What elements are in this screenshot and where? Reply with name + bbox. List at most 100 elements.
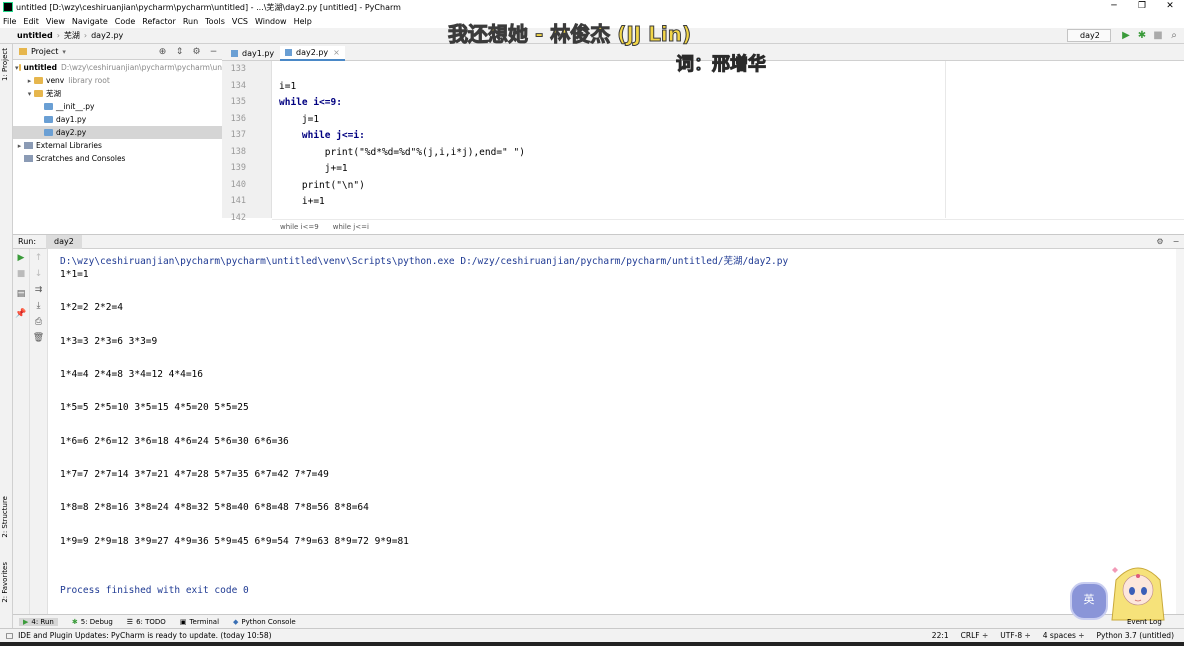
minimize-button[interactable]: ─ <box>1100 0 1128 14</box>
chevron-right-icon: › <box>56 31 60 40</box>
chevron-down-icon[interactable]: ▾ <box>25 90 34 98</box>
nav-crumb-folder[interactable]: 芜湖 <box>64 30 80 41</box>
run-icon[interactable]: ▶ <box>1118 29 1134 43</box>
project-view-select[interactable]: Project <box>31 47 58 56</box>
chevron-right-icon[interactable]: ▸ <box>25 77 34 85</box>
run-config-select[interactable]: day2 ⌄ <box>1067 29 1111 51</box>
tab-python-console[interactable]: ◆ Python Console <box>233 618 296 626</box>
line-number: 137 <box>230 130 246 140</box>
editor-gutter: 133 134 135 136 137 138 139 140 141 142 <box>222 61 272 223</box>
run-tab-day2[interactable]: day2 <box>46 234 82 249</box>
pin-icon[interactable]: 📌 <box>13 309 29 319</box>
tree-node-wuhu[interactable]: ▾ 芜湖 <box>25 87 222 100</box>
file-encoding[interactable]: UTF-8 ÷ <box>1000 631 1031 640</box>
project-panel-header: Project ▾ ⊕ ⇕ ⚙ − <box>13 44 222 60</box>
menu-tools[interactable]: Tools <box>205 17 225 26</box>
scroll-to-end-icon[interactable]: ⤓ <box>30 301 47 311</box>
arrow-down-icon[interactable]: ↓ <box>30 269 47 279</box>
python-file-icon <box>44 103 53 110</box>
tree-node-init[interactable]: __init__.py <box>44 100 222 113</box>
layout-icon[interactable]: ▤ <box>13 289 29 299</box>
stop-icon[interactable]: ■ <box>13 269 29 279</box>
tab-day2[interactable]: day2.py × <box>280 46 345 61</box>
python-file-icon <box>285 49 292 56</box>
code-crumb[interactable]: while j<=i <box>333 223 369 231</box>
title-bar: untitled [D:\wzy\ceshiruanjian\pycharm\p… <box>0 0 1184 14</box>
line-number: 140 <box>230 180 246 190</box>
menu-navigate[interactable]: Navigate <box>72 17 108 26</box>
line-number: 142 <box>230 213 246 223</box>
run-console[interactable]: D:\wzy\ceshiruanjian\pycharm\pycharm\unt… <box>48 249 1176 614</box>
debug-icon[interactable]: ✱ <box>1134 29 1150 43</box>
menu-file[interactable]: File <box>3 17 16 26</box>
tool-project[interactable]: 1: Project <box>1 48 9 81</box>
console-exit-message: Process finished with exit code 0 <box>60 585 249 596</box>
locate-icon[interactable]: ⊕ <box>154 47 171 57</box>
folder-icon <box>18 64 21 71</box>
folder-icon <box>34 90 43 97</box>
print-icon[interactable]: ⎙ <box>30 317 47 327</box>
close-button[interactable]: ✕ <box>1156 0 1184 14</box>
code-editor[interactable]: i=1 while i<=9: j=1 while j<=i: print("%… <box>272 61 1184 218</box>
bottom-tool-tabs: ▶ 4: Run ✱ 5: Debug ☰ 6: TODO ▣ Terminal ◆ Py… <box>13 614 1184 628</box>
code-crumb[interactable]: while i<=9 <box>280 223 319 231</box>
soft-wrap-icon[interactable]: ⇉ <box>30 285 47 295</box>
right-margin-guide <box>945 61 946 218</box>
line-number: 141 <box>230 196 246 206</box>
run-config-label: day2 <box>1080 31 1100 40</box>
chevron-right-icon[interactable]: ▸ <box>15 142 24 150</box>
line-separator[interactable]: CRLF ÷ <box>961 631 989 640</box>
chevron-down-icon[interactable]: ▾ <box>15 64 19 72</box>
stop-icon[interactable]: ■ <box>1150 29 1166 43</box>
tab-todo[interactable]: ☰ 6: TODO <box>127 618 166 626</box>
nav-crumb-project[interactable]: untitled <box>17 31 53 40</box>
lyric-title: 我还想她 - 林俊杰 (JJ Lin) <box>447 22 692 47</box>
tab-terminal[interactable]: ▣ Terminal <box>180 618 219 626</box>
menu-view[interactable]: View <box>46 17 65 26</box>
menu-run[interactable]: Run <box>183 17 198 26</box>
caret-position[interactable]: 22:1 <box>932 631 949 640</box>
menu-code[interactable]: Code <box>115 17 135 26</box>
tree-node-external-libraries[interactable]: ▸ External Libraries <box>15 139 222 152</box>
gear-icon[interactable]: ⚙ <box>188 47 205 57</box>
tool-structure[interactable]: 2: Structure <box>1 496 9 538</box>
arrow-up-icon[interactable]: ↑ <box>30 253 47 263</box>
indent-setting[interactable]: 4 spaces ÷ <box>1043 631 1085 640</box>
trash-icon[interactable]: 🗑 <box>30 333 47 343</box>
todo-icon: ☰ <box>126 617 134 626</box>
rerun-icon[interactable]: ▶ <box>13 253 29 263</box>
tree-node-scratches[interactable]: Scratches and Consoles <box>24 152 222 165</box>
menu-help[interactable]: Help <box>294 17 312 26</box>
python-icon: ◆ <box>233 617 239 626</box>
notification-icon[interactable]: □ <box>6 631 13 640</box>
nav-crumb-file[interactable]: day2.py <box>91 31 123 40</box>
menu-window[interactable]: Window <box>255 17 287 26</box>
search-everywhere-icon[interactable]: ⌕ <box>1166 29 1182 43</box>
console-scrollbar[interactable] <box>1176 249 1184 614</box>
code-line: print("\n") <box>279 180 365 191</box>
gear-icon[interactable]: ⚙ <box>1152 237 1168 246</box>
tree-node-day2[interactable]: day2.py <box>13 126 222 139</box>
ime-indicator[interactable]: 英 <box>1070 582 1108 620</box>
tab-label: day2.py <box>296 48 329 57</box>
interpreter-select[interactable]: Python 3.7 (untitled) <box>1097 631 1174 640</box>
tool-favorites[interactable]: 2: Favorites <box>1 562 9 603</box>
collapse-icon[interactable]: ⇕ <box>171 47 188 57</box>
tab-run[interactable]: ▶ 4: Run <box>19 617 58 626</box>
hide-icon[interactable]: − <box>1168 237 1184 246</box>
tree-node-day1[interactable]: day1.py <box>44 113 222 126</box>
ime-mode: 英 <box>1083 593 1095 606</box>
menu-vcs[interactable]: VCS <box>232 17 248 26</box>
tree-node-venv[interactable]: ▸ venv library root <box>25 74 222 87</box>
code-line: j=1 <box>279 114 320 125</box>
tab-debug[interactable]: ✱ 5: Debug <box>72 618 113 626</box>
maximize-button[interactable]: ❐ <box>1128 0 1156 14</box>
event-log-link[interactable]: Event Log <box>1127 618 1162 626</box>
hide-icon[interactable]: − <box>205 47 222 57</box>
close-icon[interactable]: × <box>333 48 340 57</box>
menu-edit[interactable]: Edit <box>23 17 39 26</box>
tree-node-untitled[interactable]: ▾ untitled D:\wzy\ceshiruanjian\pycharm\… <box>15 61 222 74</box>
console-output-line: 1*6=6 2*6=12 3*6=18 4*6=24 5*6=30 6*6=36 <box>60 436 289 447</box>
menu-refactor[interactable]: Refactor <box>142 17 176 26</box>
status-message[interactable]: IDE and Plugin Updates: PyCharm is ready… <box>18 631 920 640</box>
